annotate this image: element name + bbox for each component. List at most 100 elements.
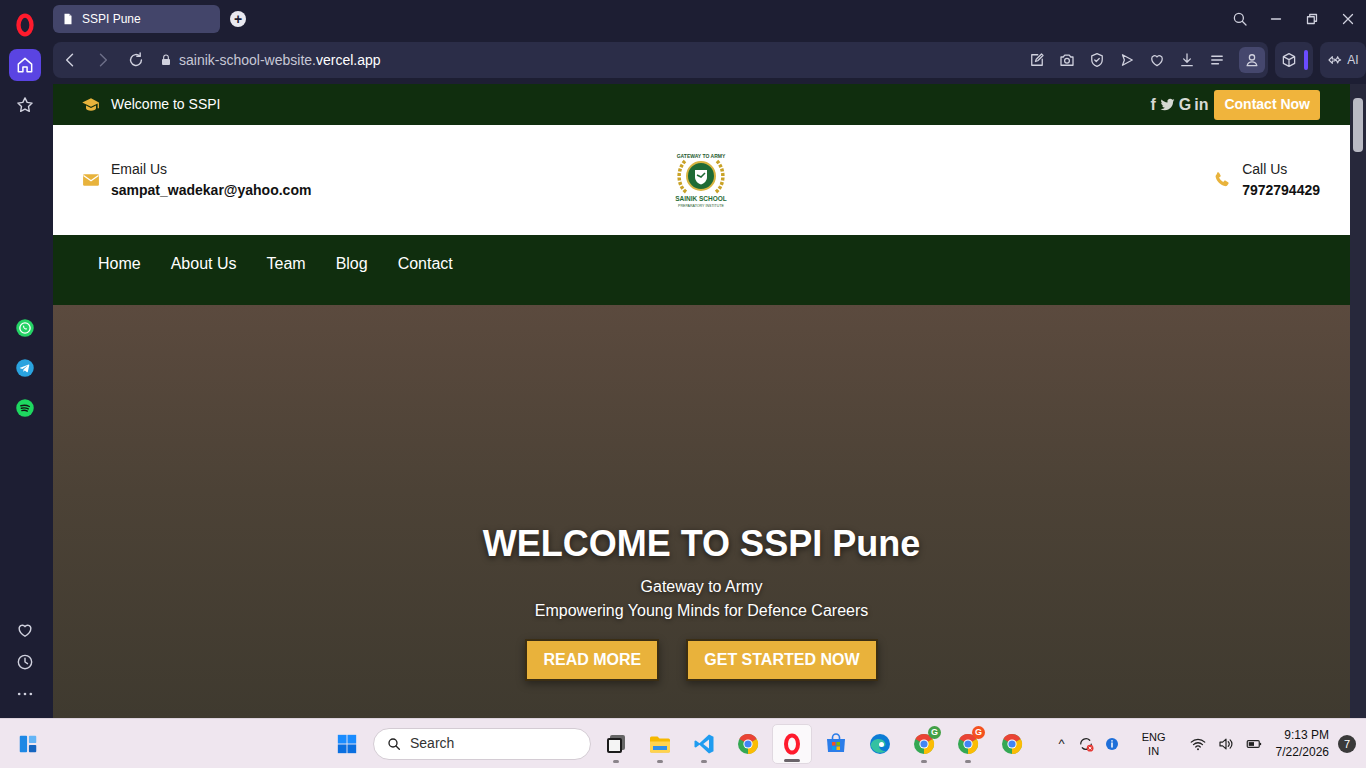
url-host[interactable]: sainik-school-website. (179, 52, 316, 68)
clock-time[interactable]: 9:13 PM (1276, 727, 1329, 744)
sidebar-item[interactable] (9, 312, 41, 344)
vpn-button[interactable] (1087, 48, 1107, 72)
taskbar-app[interactable]: G (948, 724, 988, 764)
send-icon (1118, 51, 1136, 69)
widgets-icon (17, 733, 39, 755)
restore-button[interactable] (1294, 4, 1330, 34)
edit-icon (1028, 51, 1046, 69)
taskbar-app[interactable] (684, 724, 724, 764)
opera-icon (780, 732, 804, 756)
windows-logo-icon (336, 733, 358, 755)
sidebar-item[interactable] (9, 392, 41, 424)
running-indicator (784, 759, 800, 762)
nav-link[interactable]: Team (267, 252, 306, 276)
back-button[interactable] (59, 49, 81, 71)
clock[interactable]: 9:13 PM7/22/2026 (1276, 727, 1329, 761)
taskbar-app[interactable] (640, 724, 680, 764)
pinboards-button[interactable] (1147, 48, 1167, 72)
accent-bar (1304, 50, 1308, 70)
google-icon[interactable]: G (1179, 93, 1191, 117)
contact-now-button[interactable]: Contact Now (1214, 90, 1320, 120)
url-text[interactable]: sainik-school-website.vercel.app (179, 50, 381, 71)
taskbar-app[interactable]: G (904, 724, 944, 764)
sync-app-button[interactable] (1074, 732, 1098, 756)
nav-link[interactable]: Contact (398, 252, 453, 276)
camera-icon (1058, 51, 1076, 69)
phone-number[interactable]: 7972794429 (1242, 180, 1320, 201)
wifi-status[interactable] (1186, 732, 1210, 756)
ai-button[interactable]: AI (1320, 42, 1366, 78)
clock-date[interactable]: 7/22/2026 (1276, 744, 1329, 761)
logo-name: SAINIK SCHOOL (675, 195, 727, 202)
scrollbar[interactable] (1350, 84, 1366, 718)
nav-link[interactable]: Blog (336, 252, 368, 276)
snapshot-edit-button[interactable] (1027, 48, 1047, 72)
sync-app-icon (1077, 735, 1095, 753)
widgets-button[interactable] (12, 728, 44, 760)
site-logo[interactable]: GATEWAY TO ARMYSAINIK SCHOOLPREPARATORY … (666, 149, 736, 211)
language-text[interactable]: ENG (1132, 730, 1176, 744)
twitter-icon[interactable] (1159, 96, 1176, 113)
quick-settings[interactable] (1184, 732, 1266, 756)
minimize-button[interactable] (1258, 4, 1294, 34)
back-icon (60, 50, 80, 70)
aria-icon (1327, 52, 1343, 68)
region-text[interactable]: IN (1132, 744, 1176, 758)
taskbar-app[interactable] (728, 724, 768, 764)
edge-icon (868, 732, 892, 756)
toolbar: sainik-school-website.vercel.app AI (53, 38, 1366, 84)
url-domain[interactable]: vercel.app (316, 52, 381, 68)
profile-button[interactable] (1239, 47, 1265, 73)
taskbar-search[interactable]: Search (373, 728, 591, 760)
snapshot-button[interactable] (1057, 48, 1077, 72)
facebook-icon[interactable]: f (1150, 93, 1155, 117)
info-app-button[interactable] (1100, 732, 1124, 756)
sidebar-item[interactable] (9, 352, 41, 384)
scroll-thumb[interactable] (1353, 98, 1363, 152)
terminal-icon (604, 732, 628, 756)
volume-status[interactable] (1214, 732, 1238, 756)
address-bar[interactable]: sainik-school-website.vercel.app (53, 42, 1268, 78)
downloads-button[interactable] (1177, 48, 1197, 72)
extensions-button[interactable] (1275, 42, 1313, 78)
reload-button[interactable] (125, 49, 147, 71)
sidebar-item[interactable] (9, 89, 41, 121)
running-indicator (745, 760, 751, 763)
hero-button[interactable]: GET STARTED NOW (686, 639, 877, 681)
sidebar-item[interactable] (9, 678, 41, 710)
linkedin-icon[interactable]: in (1194, 93, 1208, 117)
volume-icon (1217, 735, 1235, 753)
taskbar-app[interactable] (772, 724, 812, 764)
browser-tab[interactable]: SSPI Pune (53, 5, 220, 33)
search-placeholder[interactable]: Search (410, 733, 454, 754)
system-tray: ^ ENGIN 9:13 PM7/22/2026 7 (1052, 727, 1366, 761)
sidebar-item[interactable] (9, 49, 41, 81)
tab-search-button[interactable] (1222, 4, 1258, 34)
notification-badge[interactable]: 7 (1338, 735, 1356, 753)
close-button[interactable] (1330, 4, 1366, 34)
new-tab-button[interactable]: + (230, 11, 246, 27)
taskbar-app[interactable] (992, 724, 1032, 764)
start-button[interactable] (331, 724, 363, 764)
hero-button[interactable]: READ MORE (525, 639, 659, 681)
language-indicator[interactable]: ENGIN (1132, 730, 1176, 758)
tab-label[interactable]: SSPI Pune (82, 10, 141, 28)
battery-status[interactable] (1242, 732, 1266, 756)
taskbar-app[interactable] (860, 724, 900, 764)
opera-menu-button[interactable] (8, 8, 42, 42)
ai-label[interactable]: AI (1347, 51, 1358, 69)
flow-button[interactable] (1117, 48, 1137, 72)
running-indicator (877, 760, 883, 763)
sidebar-item[interactable] (9, 614, 41, 646)
email-address[interactable]: sampat_wadekar@yahoo.com (111, 180, 311, 201)
nav-link[interactable]: About Us (171, 252, 237, 276)
taskbar-app[interactable] (596, 724, 636, 764)
sidebar-item[interactable] (9, 646, 41, 678)
tray-overflow-button[interactable]: ^ (1052, 734, 1072, 754)
forward-button[interactable] (92, 49, 114, 71)
nav-link[interactable]: Home (98, 252, 141, 276)
easy-setup-button[interactable] (1207, 48, 1227, 72)
spotify-icon (15, 398, 35, 418)
taskbar-app[interactable] (816, 724, 856, 764)
home-icon (15, 55, 35, 75)
